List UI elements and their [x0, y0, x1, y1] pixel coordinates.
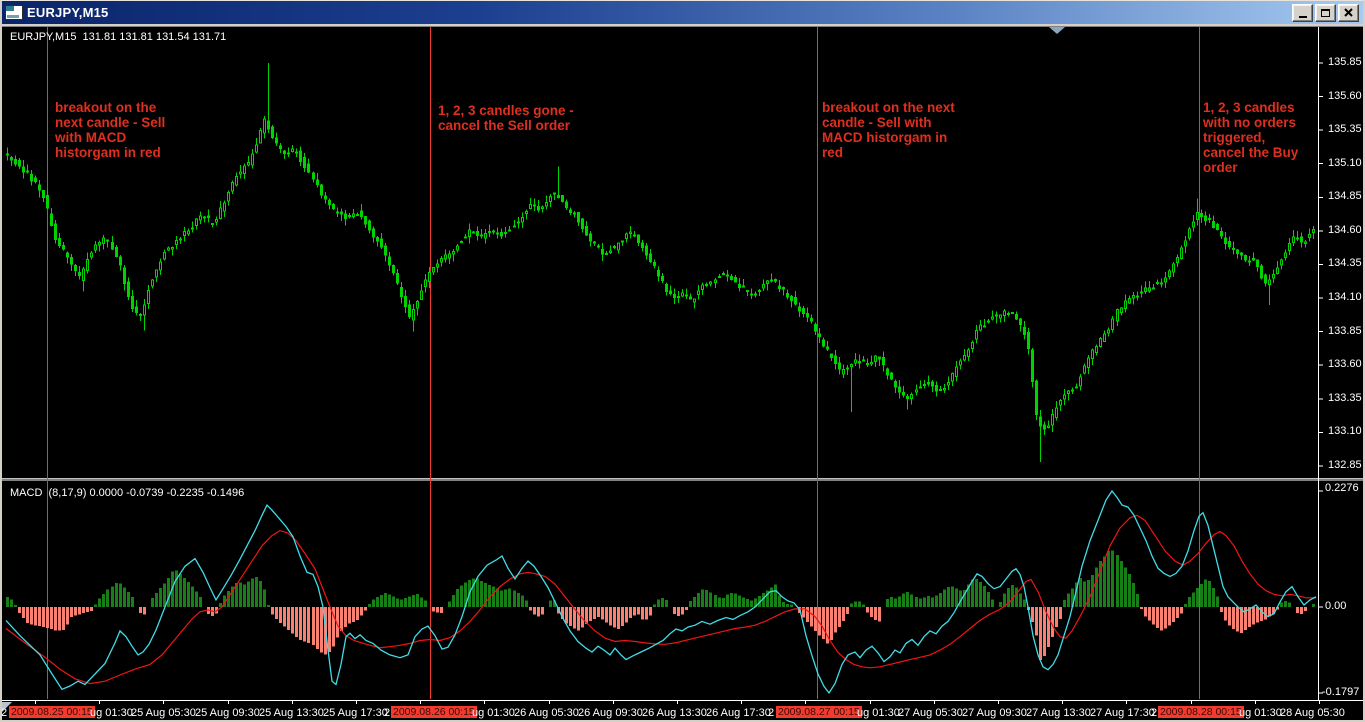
close-button[interactable]: [1338, 4, 1359, 22]
minimize-button[interactable]: [1292, 4, 1313, 22]
title-bar: EURJPY,M15: [0, 0, 1365, 24]
minimize-icon: [1299, 16, 1307, 18]
maximize-icon: [1321, 9, 1330, 17]
maximize-button[interactable]: [1315, 4, 1336, 22]
window-frame: [0, 24, 1365, 27]
window-title: EURJPY,M15: [27, 5, 108, 20]
window-controls: [1292, 4, 1363, 22]
metatrader-chart-window: EURJPY,M15 EURJPY,M15 131.81 131.81 131.…: [0, 0, 1365, 722]
chart-canvas[interactable]: [0, 0, 1365, 722]
chart-window-icon: [5, 5, 23, 20]
close-icon: [1344, 8, 1353, 17]
window-frame-left: [0, 24, 2, 722]
